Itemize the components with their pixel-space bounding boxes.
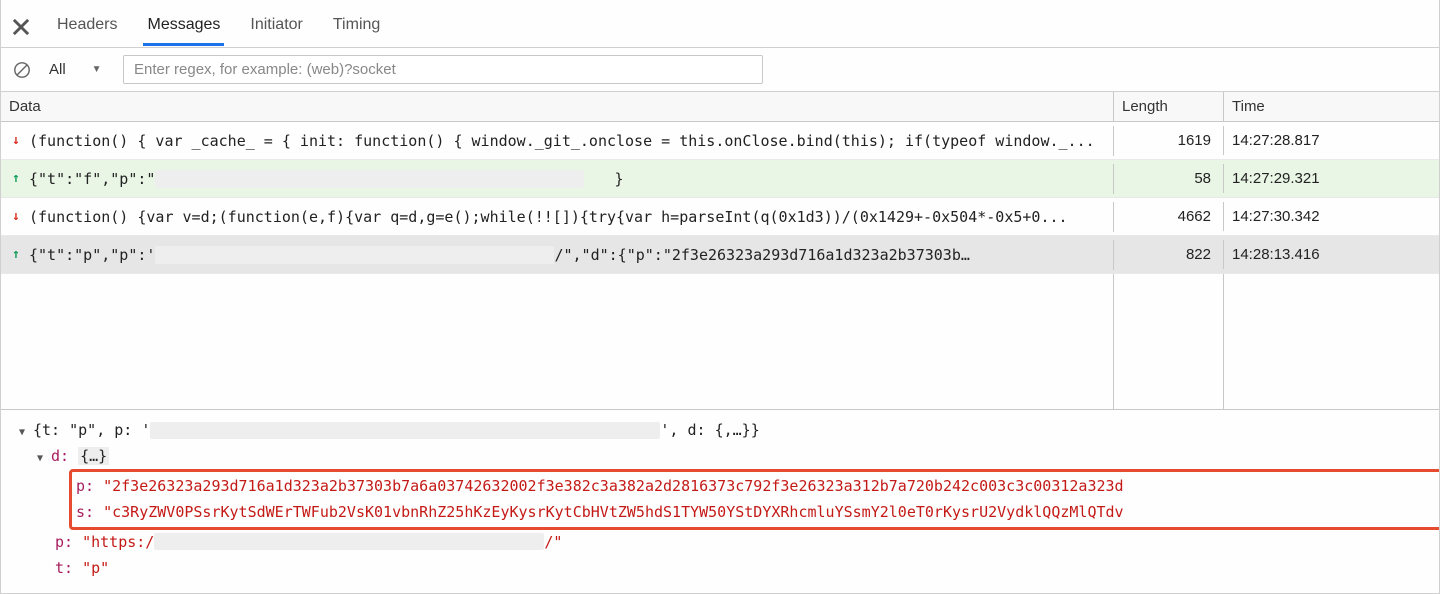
message-text: {"t":"f","p":"x} <box>29 170 1105 188</box>
message-text: {"t":"p","p":'x/","d":{"p":"2f3e26323a29… <box>29 246 1105 264</box>
highlight-annotation: p: "2f3e26323a293d716a1d323a2b37303b7a6a… <box>69 469 1439 530</box>
expand-toggle-icon[interactable]: ▼ <box>37 450 51 467</box>
message-length: 58 <box>1114 164 1224 193</box>
arrow-up-icon: ↑ <box>9 171 23 186</box>
tab-timing[interactable]: Timing <box>329 8 384 46</box>
tab-initiator[interactable]: Initiator <box>246 8 306 46</box>
message-length: 4662 <box>1114 202 1224 231</box>
tree-row[interactable]: s: "c3RyZWV0PSsrKytSdWErTWFub2VsK01vbnRh… <box>76 500 1439 526</box>
tab-headers[interactable]: Headers <box>53 8 121 46</box>
table-filler <box>1 274 1439 410</box>
tree-row[interactable]: t: "p" <box>55 556 1427 582</box>
tab-messages[interactable]: Messages <box>143 8 224 46</box>
table-row[interactable]: ↓ (function() {var v=d;(function(e,f){va… <box>1 198 1439 236</box>
message-length: 822 <box>1114 240 1224 269</box>
regex-filter-input[interactable] <box>123 55 763 84</box>
messages-table-header: Data Length Time <box>1 92 1439 122</box>
tree-row[interactable]: ▼d: {…} <box>37 444 1427 470</box>
filter-select-label: All <box>49 61 66 78</box>
table-row[interactable]: ↑ {"t":"p","p":'x/","d":{"p":"2f3e26323a… <box>1 236 1439 274</box>
message-text: (function() {var v=d;(function(e,f){var … <box>29 208 1105 226</box>
arrow-up-icon: ↑ <box>9 247 23 262</box>
message-time: 14:27:29.321 <box>1224 164 1439 193</box>
chevron-down-icon: ▼ <box>92 64 102 75</box>
tree-row[interactable]: p: "https://" <box>55 530 1427 556</box>
devtools-network-panel: Headers Messages Initiator Timing All ▼ … <box>0 0 1440 594</box>
message-text: (function() { var _cache_ = { init: func… <box>29 132 1105 150</box>
message-detail-tree: ▼{t: "p", p: '', d: {,…}} ▼d: {…} p: "2f… <box>1 410 1439 593</box>
detail-tabs: Headers Messages Initiator Timing <box>1 0 1439 48</box>
table-row[interactable]: ↑ {"t":"f","p":"x} 58 14:27:29.321 <box>1 160 1439 198</box>
message-time: 14:27:30.342 <box>1224 202 1439 231</box>
message-length: 1619 <box>1114 126 1224 155</box>
messages-table-body: ↓ (function() { var _cache_ = { init: fu… <box>1 122 1439 274</box>
column-header-data[interactable]: Data <box>1 92 1114 121</box>
filter-select[interactable]: All ▼ <box>43 59 113 80</box>
close-icon[interactable] <box>11 17 31 37</box>
column-header-length[interactable]: Length <box>1114 92 1224 121</box>
clear-icon[interactable] <box>11 59 33 81</box>
column-header-time[interactable]: Time <box>1224 92 1439 121</box>
tree-row[interactable]: ▼{t: "p", p: '', d: {,…}} <box>19 418 1427 444</box>
table-row[interactable]: ↓ (function() { var _cache_ = { init: fu… <box>1 122 1439 160</box>
message-time: 14:28:13.416 <box>1224 240 1439 269</box>
arrow-down-icon: ↓ <box>9 133 23 148</box>
message-time: 14:27:28.817 <box>1224 126 1439 155</box>
arrow-down-icon: ↓ <box>9 209 23 224</box>
expand-toggle-icon[interactable]: ▼ <box>19 424 33 441</box>
messages-toolbar: All ▼ <box>1 48 1439 92</box>
tree-row[interactable]: p: "2f3e26323a293d716a1d323a2b37303b7a6a… <box>76 474 1439 500</box>
